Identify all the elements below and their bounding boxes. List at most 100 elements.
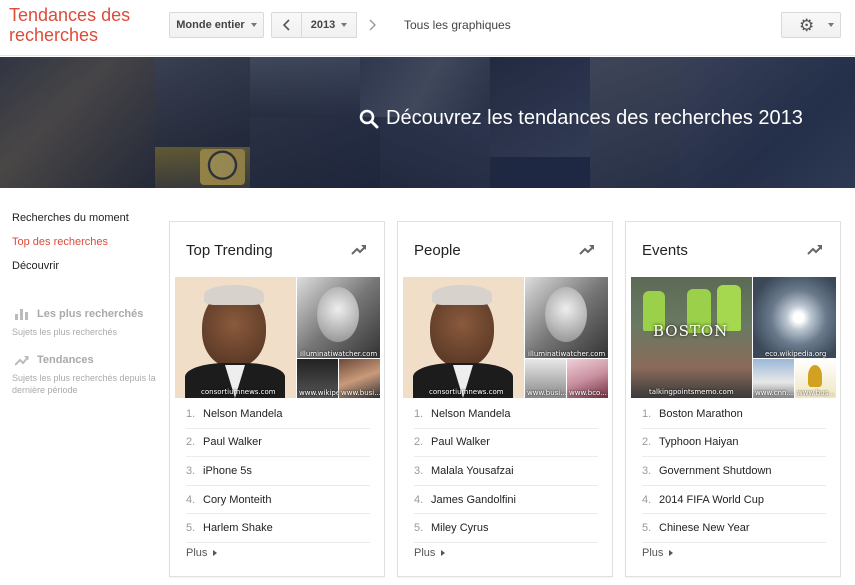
- arrow-right-icon: [213, 550, 218, 556]
- chevron-down-icon: [250, 23, 257, 27]
- image-credit: www.bco...: [569, 389, 607, 397]
- trending-icon[interactable]: [351, 244, 367, 255]
- list-item[interactable]: 2. Paul Walker: [186, 429, 370, 458]
- list-item[interactable]: 3. Government Shutdown: [642, 457, 826, 486]
- more-link[interactable]: Plus: [414, 547, 446, 559]
- item-name: Nelson Mandela: [431, 407, 511, 420]
- item-name: Cory Monteith: [203, 493, 272, 506]
- image-credit: www.cnn....: [755, 389, 796, 397]
- previous-year-button[interactable]: [271, 12, 302, 38]
- item-name: James Gandolfini: [431, 493, 516, 506]
- card-people[interactable]: People consortiumnews.com illuminatiwatc…: [397, 221, 613, 577]
- ranking-list: 1. Nelson Mandela 2. Paul Walker 3. iPhone …: [170, 400, 386, 543]
- walker-photo: illuminatiwatcher.com: [525, 277, 608, 358]
- card-title: Top Trending: [186, 242, 273, 259]
- trending-icon: [15, 355, 29, 366]
- card-image-collage[interactable]: consortiumnews.com illuminatiwatcher.com…: [403, 277, 608, 398]
- thumb-photo: www.bco...: [567, 359, 608, 398]
- trending-icon[interactable]: [807, 244, 823, 255]
- card-image-collage[interactable]: consortiumnews.com illuminatiwatcher.com…: [175, 277, 380, 398]
- item-name: Government Shutdown: [659, 464, 772, 477]
- item-name: Nelson Mandela: [203, 407, 283, 420]
- thumb-photo: www.bus...: [795, 359, 836, 398]
- list-item[interactable]: 3. Malala Yousafzai: [414, 457, 598, 486]
- section-title: Les plus recherchés: [37, 308, 144, 320]
- list-item[interactable]: 1. Nelson Mandela: [186, 400, 370, 429]
- all-charts-link[interactable]: Tous les graphiques: [404, 18, 511, 32]
- list-item[interactable]: 1. Boston Marathon: [642, 400, 826, 429]
- image-credit: www.bus...: [797, 389, 835, 397]
- card-title: People: [414, 242, 461, 259]
- year-label: 2013: [310, 19, 336, 31]
- thumb-photo: www.wikipe...: [297, 359, 347, 398]
- next-year-button[interactable]: [357, 12, 387, 38]
- list-item[interactable]: 2. Paul Walker: [414, 429, 598, 458]
- walker-photo: illuminatiwatcher.com: [297, 277, 380, 358]
- item-name: Chinese New Year: [659, 522, 750, 535]
- sidebar-section-plus-recherches[interactable]: Les plus recherchés: [15, 308, 143, 320]
- mandela-photo: consortiumnews.com: [175, 277, 296, 398]
- boston-photo: BOSTON talkingpointsmemo.com: [631, 277, 752, 398]
- ranking-list: 1. Nelson Mandela 2. Paul Walker 3. Malala …: [398, 400, 614, 543]
- sidebar-item-decouvrir[interactable]: Découvrir: [12, 260, 59, 272]
- list-item[interactable]: 5. Chinese New Year: [642, 514, 826, 543]
- settings-button[interactable]: ⚙: [781, 12, 841, 38]
- item-name: Typhoon Haiyan: [659, 436, 739, 449]
- chevron-down-icon: [828, 23, 835, 27]
- image-credit: talkingpointsmemo.com: [649, 388, 734, 396]
- list-item[interactable]: 5. Harlem Shake: [186, 514, 370, 543]
- mandela-photo: consortiumnews.com: [403, 277, 524, 398]
- item-name: Paul Walker: [431, 436, 490, 449]
- list-item[interactable]: 2. Typhoon Haiyan: [642, 429, 826, 458]
- card-events[interactable]: Events BOSTON talkingpointsmemo.com eco.…: [625, 221, 841, 577]
- item-name: Boston Marathon: [659, 407, 743, 420]
- more-link[interactable]: Plus: [642, 547, 674, 559]
- section-subtitle: Sujets les plus recherchés depuis la der…: [12, 373, 156, 395]
- logo-line-2: recherches: [9, 25, 99, 45]
- gear-icon: ⚙: [799, 15, 815, 35]
- typhoon-photo: eco.wikipedia.org: [753, 277, 836, 358]
- boston-cover-text: BOSTON: [653, 322, 729, 340]
- list-item[interactable]: 5. Miley Cyrus: [414, 514, 598, 543]
- item-name: Malala Yousafzai: [431, 464, 514, 477]
- image-credit: www.busi...: [527, 389, 567, 397]
- image-credit: eco.wikipedia.org: [765, 350, 827, 358]
- item-name: Harlem Shake: [203, 522, 273, 535]
- chevron-left-icon: [282, 19, 290, 31]
- region-label: Monde entier: [176, 19, 245, 31]
- arrow-right-icon: [669, 550, 674, 556]
- list-item[interactable]: 4. James Gandolfini: [414, 486, 598, 515]
- banner-title-text: Découvrez les tendances des recherches 2…: [386, 107, 803, 129]
- ranking-list: 1. Boston Marathon 2. Typhoon Haiyan 3. Gov…: [626, 400, 842, 543]
- section-subtitle: Sujets les plus recherchés: [12, 327, 118, 337]
- image-credit: consortiumnews.com: [429, 388, 504, 396]
- card-image-collage[interactable]: BOSTON talkingpointsmemo.com eco.wikiped…: [631, 277, 836, 398]
- list-item[interactable]: 4. 2014 FIFA World Cup: [642, 486, 826, 515]
- sidebar-item-recherches-du-moment[interactable]: Recherches du moment: [12, 212, 129, 224]
- item-name: Paul Walker: [203, 436, 262, 449]
- more-link[interactable]: Plus: [186, 547, 218, 559]
- list-item[interactable]: 4. Cory Monteith: [186, 486, 370, 515]
- thumb-photo: www.cnn....: [753, 359, 796, 398]
- sidebar-item-top-des-recherches[interactable]: Top des recherches: [12, 236, 108, 248]
- image-credit: illuminatiwatcher.com: [528, 350, 606, 358]
- hero-banner[interactable]: Découvrez les tendances des recherches 2…: [0, 57, 855, 188]
- image-credit: www.busi...: [341, 389, 380, 397]
- item-name: Miley Cyrus: [431, 522, 489, 535]
- region-dropdown[interactable]: Monde entier: [169, 12, 264, 38]
- sidebar: Recherches du moment Top des recherches …: [0, 188, 160, 585]
- app-logo[interactable]: Tendances des recherches: [9, 5, 159, 45]
- list-item[interactable]: 1. Nelson Mandela: [414, 400, 598, 429]
- item-name: iPhone 5s: [203, 464, 252, 477]
- section-title: Tendances: [37, 354, 94, 366]
- image-credit: illuminatiwatcher.com: [300, 350, 378, 358]
- year-dropdown[interactable]: 2013: [301, 12, 357, 38]
- top-bar: Tendances des recherches Monde entier 20…: [0, 0, 855, 56]
- sidebar-section-tendances[interactable]: Tendances: [15, 354, 94, 366]
- thumb-photo: www.busi...: [339, 359, 380, 398]
- card-top-trending[interactable]: Top Trending consortiumnews.com illumina…: [169, 221, 385, 577]
- chevron-right-icon: [369, 19, 376, 31]
- list-item[interactable]: 3. iPhone 5s: [186, 457, 370, 486]
- chevron-down-icon: [341, 23, 348, 27]
- trending-icon[interactable]: [579, 244, 595, 255]
